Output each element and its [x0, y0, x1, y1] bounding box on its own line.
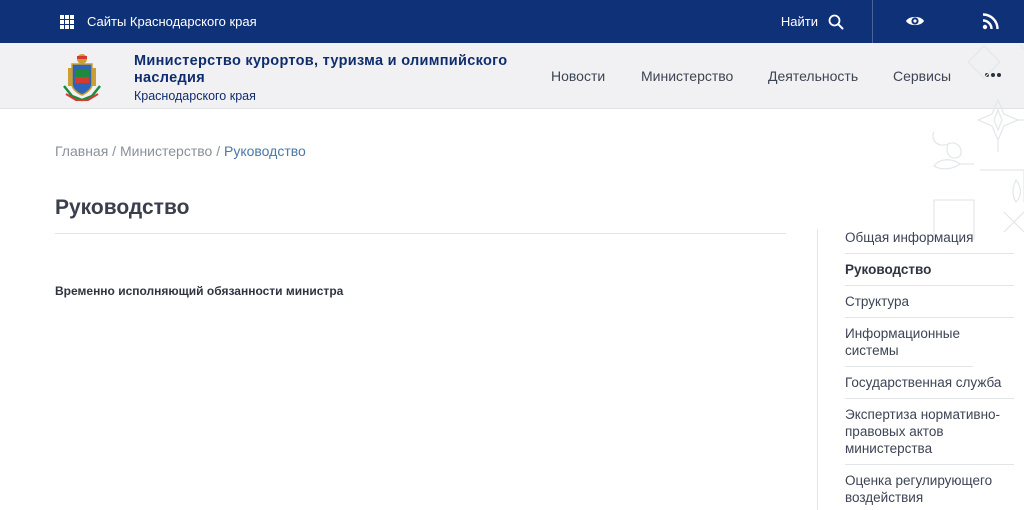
rss-icon[interactable] [982, 12, 1000, 30]
sidebar-menu: Общая информация Руководство Структура И… [845, 222, 1014, 510]
topbar-divider [872, 0, 873, 43]
sidebar-item-regulatory-impact[interactable]: Оценка регулирующего воздействия [845, 465, 1005, 510]
breadcrumb-separator: / [108, 143, 120, 159]
sidebar-divider [817, 229, 818, 510]
nav-item-news[interactable]: Новости [551, 43, 605, 108]
sidebar-item-leadership[interactable]: Руководство [845, 254, 1014, 286]
sidebar-item-legal-acts-expertise[interactable]: Экспертиза нормативно-правовых актов мин… [845, 399, 1014, 465]
nav-item-activity[interactable]: Деятельность [768, 43, 858, 108]
position-heading: Временно исполняющий обязанности министр… [55, 284, 344, 298]
search-icon [828, 14, 844, 29]
breadcrumb-home[interactable]: Главная [55, 143, 108, 159]
eye-icon[interactable] [905, 11, 925, 31]
ornament-pattern [932, 44, 1024, 240]
breadcrumb-separator: / [212, 143, 224, 159]
search-button[interactable]: Найти [781, 0, 844, 43]
sidebar-item-civil-service[interactable]: Государственная служба [845, 367, 1014, 399]
sidebar-item-structure[interactable]: Структура [845, 286, 1014, 318]
sidebar-item-information-systems[interactable]: Информационные системы [845, 318, 973, 367]
org-title[interactable]: Министерство курортов, туризма и олимпий… [134, 53, 534, 104]
breadcrumb: Главная / Министерство / Руководство [55, 143, 306, 159]
regional-sites-label: Сайты Краснодарского края [87, 14, 257, 29]
breadcrumb-ministry[interactable]: Министерство [120, 143, 212, 159]
search-label: Найти [780, 14, 818, 29]
top-bar: Сайты Краснодарского края Найти [0, 0, 1024, 43]
org-name: Министерство курортов, туризма и олимпий… [134, 53, 508, 86]
apps-grid-icon [60, 14, 74, 29]
site-header: Министерство курортов, туризма и олимпий… [0, 43, 1024, 109]
org-region: Краснодарского края [134, 89, 256, 103]
title-divider [55, 233, 786, 234]
nav-item-ministry[interactable]: Министерство [641, 43, 733, 108]
sidebar-item-general-info[interactable]: Общая информация [845, 222, 1014, 254]
page-title: Руководство [55, 196, 190, 219]
coat-of-arms-logo[interactable] [60, 50, 104, 104]
regional-sites-link[interactable]: Сайты Краснодарского края [60, 0, 257, 43]
breadcrumb-current[interactable]: Руководство [224, 143, 306, 159]
